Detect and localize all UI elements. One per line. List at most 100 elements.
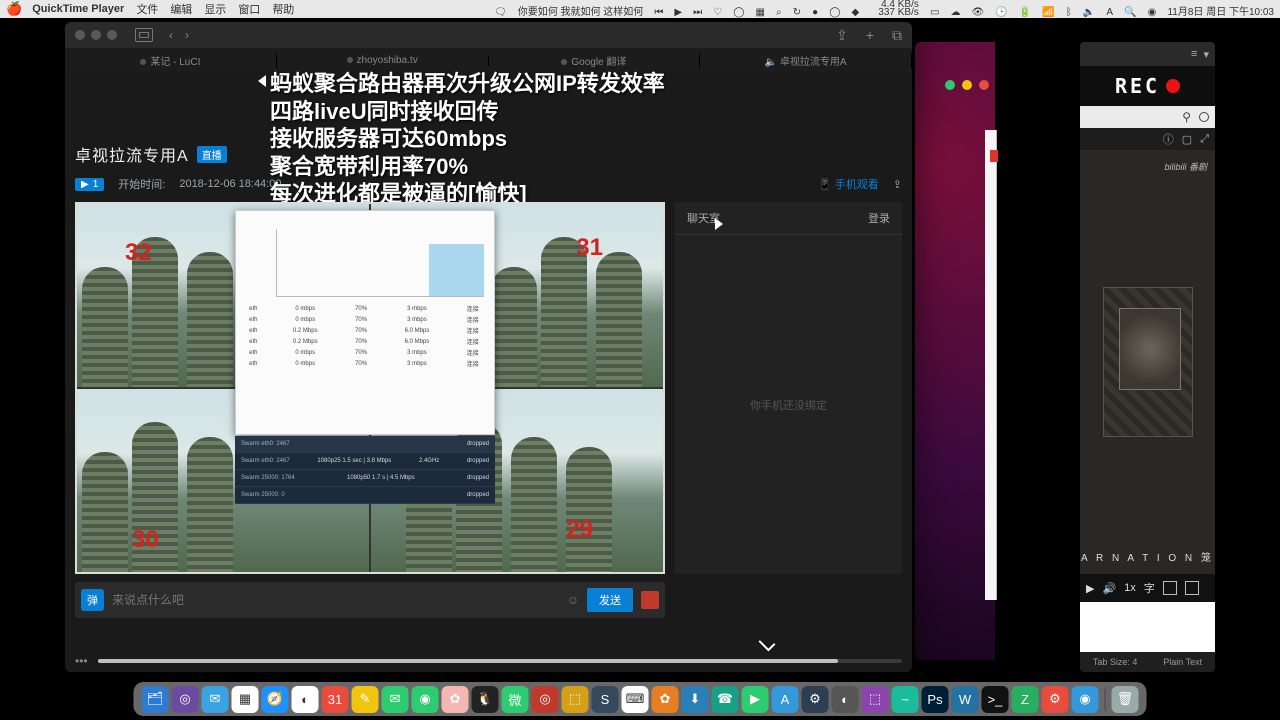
media-prev-icon[interactable]: ⏮ [654, 7, 663, 18]
apple-icon[interactable]: 🍎 [6, 1, 22, 17]
dock-app-0[interactable]: 🗂 [142, 686, 169, 713]
tab-zhuoshi[interactable]: zhoyoshiba.tv [277, 55, 489, 66]
dock-app-24[interactable]: ⬚ [862, 686, 889, 713]
dock-app-14[interactable]: ⬚ [562, 686, 589, 713]
trash-icon[interactable]: 🗑 [1112, 686, 1139, 713]
window-titlebar[interactable]: ‹ › ⇪ + ⧉ [65, 22, 912, 48]
login-link[interactable]: 登录 [868, 210, 890, 226]
dock-app-17[interactable]: ✿ [652, 686, 679, 713]
heart-icon[interactable]: ♡ [713, 7, 722, 18]
menubar-app-name[interactable]: QuickTime Player [32, 3, 124, 15]
clock-icon[interactable]: 🕒 [995, 7, 1007, 18]
emoji-icon[interactable]: ☺ [567, 593, 579, 607]
maximize-icon[interactable] [107, 30, 117, 40]
dock-app-26[interactable]: Ps [922, 686, 949, 713]
sidebar-icon[interactable] [135, 28, 153, 42]
menu-icon[interactable]: ≡ [1191, 48, 1197, 60]
spotlight-icon[interactable]: 🔍 [1124, 7, 1136, 18]
menu-help[interactable]: 帮助 [272, 1, 294, 17]
watch-on-phone[interactable]: 📱 手机观看 [818, 176, 879, 192]
dot-icon[interactable]: ● [812, 7, 818, 18]
menu-file[interactable]: 文件 [136, 1, 158, 17]
editor-blank[interactable] [1080, 602, 1215, 652]
terminal-window[interactable] [915, 42, 995, 660]
dock-app-16[interactable]: ⌨ [622, 686, 649, 713]
max-icon[interactable] [962, 80, 972, 90]
menu-edit[interactable]: 编辑 [170, 1, 192, 17]
dock-app-6[interactable]: 31 [322, 686, 349, 713]
dock-app-12[interactable]: 微 [502, 686, 529, 713]
media-next-icon[interactable]: ⏭ [693, 7, 702, 18]
input-icon[interactable]: A [1106, 7, 1113, 18]
fullscreen-icon[interactable] [1185, 581, 1199, 595]
scrubber[interactable] [98, 659, 902, 663]
dock-app-4[interactable]: 🧭 [262, 686, 289, 713]
dock-app-27[interactable]: W [952, 686, 979, 713]
grid-icon[interactable] [1163, 581, 1177, 595]
gift-icon[interactable] [641, 591, 659, 609]
share-icon[interactable]: ⇪ [893, 178, 902, 191]
nav-forward[interactable]: › [185, 28, 189, 42]
siri-icon[interactable]: ◉ [1148, 7, 1157, 18]
expand-icon[interactable]: ⤢ [1200, 133, 1209, 146]
loop-icon[interactable]: ↻ [793, 7, 801, 18]
tab-stream-a[interactable]: 🔈 卓视拉流专用A [700, 53, 912, 68]
dock-app-13[interactable]: ◎ [532, 686, 559, 713]
dock-app-8[interactable]: ✉ [382, 686, 409, 713]
dock-app-7[interactable]: ✎ [352, 686, 379, 713]
danmu-toggle[interactable]: 弹 [81, 589, 104, 611]
subtitle-icon[interactable]: 字 [1144, 580, 1155, 596]
dock-app-28[interactable]: >_ [982, 686, 1009, 713]
menu-window[interactable]: 窗口 [238, 1, 260, 17]
tabs-overview-icon[interactable]: ⧉ [892, 27, 902, 44]
cloud-icon[interactable]: ☁ [950, 7, 960, 18]
close-icon[interactable] [75, 30, 85, 40]
dock-app-30[interactable]: ⚙ [1042, 686, 1069, 713]
tab-luci[interactable]: 某记 - LuCI [65, 53, 277, 68]
dock-app-11[interactable]: 🐧 [472, 686, 499, 713]
dock-app-23[interactable]: ◐ [832, 686, 859, 713]
circle-icon[interactable]: ◯ [733, 7, 744, 18]
search-icon[interactable]: ⌕ [776, 7, 782, 18]
scroll-thumb[interactable] [990, 150, 998, 162]
media-play-icon[interactable]: ▶ [674, 7, 682, 18]
minimize-icon[interactable] [91, 30, 101, 40]
share-icon[interactable]: ⇪ [836, 27, 848, 44]
send-button[interactable]: 发送 [587, 588, 633, 612]
grid-icon[interactable]: ▦ [756, 7, 765, 18]
volume-icon[interactable]: 🔊 [1102, 582, 1116, 595]
dock-app-1[interactable]: ◎ [172, 686, 199, 713]
dock-app-2[interactable]: ✉ [202, 686, 229, 713]
danmu-input[interactable] [112, 593, 559, 607]
dock-app-21[interactable]: A [772, 686, 799, 713]
syntax-mode[interactable]: Plain Text [1163, 657, 1202, 667]
add-tab-icon[interactable]: + [866, 27, 874, 44]
tab-size[interactable]: Tab Size: 4 [1093, 657, 1138, 667]
throughput-graph[interactable]: eth0 mbps70%3 mbps连接 eth0 mbps70%3 mbps连… [235, 210, 495, 435]
eye-icon[interactable]: 👁 [972, 7, 985, 18]
address-bar[interactable]: ⚲ [1080, 106, 1215, 128]
dock-app-31[interactable]: ◉ [1072, 686, 1099, 713]
square-icon[interactable]: ▢ [1182, 133, 1192, 146]
dock-app-25[interactable]: ~ [892, 686, 919, 713]
play-icon[interactable]: ▶ [1086, 582, 1094, 595]
quicktime-window[interactable]: ‹ › ⇪ + ⧉ 某记 - LuCI zhoyoshiba.tv Google… [65, 22, 912, 672]
dock-app-15[interactable]: S [592, 686, 619, 713]
info-icon[interactable] [1199, 112, 1209, 122]
battery-icon[interactable]: 🔋 [1019, 7, 1031, 18]
dock-app-19[interactable]: ☎ [712, 686, 739, 713]
dock-app-3[interactable]: ▦ [232, 686, 259, 713]
speed-label[interactable]: 1x [1124, 582, 1136, 594]
menu-view[interactable]: 显示 [204, 1, 226, 17]
wifi-icon[interactable]: 📶 [1042, 7, 1054, 18]
right-player-window[interactable]: ≡ ▾ REC ⚲ ⓘ ▢ ⤢ bilibili 番剧 A R N A T I … [1080, 42, 1215, 672]
dock-app-10[interactable]: ✿ [442, 686, 469, 713]
ring-icon[interactable]: ◯ [829, 7, 840, 18]
display-icon[interactable]: ▭ [930, 7, 939, 18]
min-icon[interactable] [945, 80, 955, 90]
dock-app-22[interactable]: ⚙ [802, 686, 829, 713]
chevron-down-icon[interactable]: ▾ [1203, 48, 1209, 61]
tab-google-translate[interactable]: Google 翻译 [489, 53, 701, 68]
info-icon[interactable]: ⓘ [1163, 131, 1174, 147]
volume-icon[interactable]: 🔈 [1083, 7, 1095, 18]
